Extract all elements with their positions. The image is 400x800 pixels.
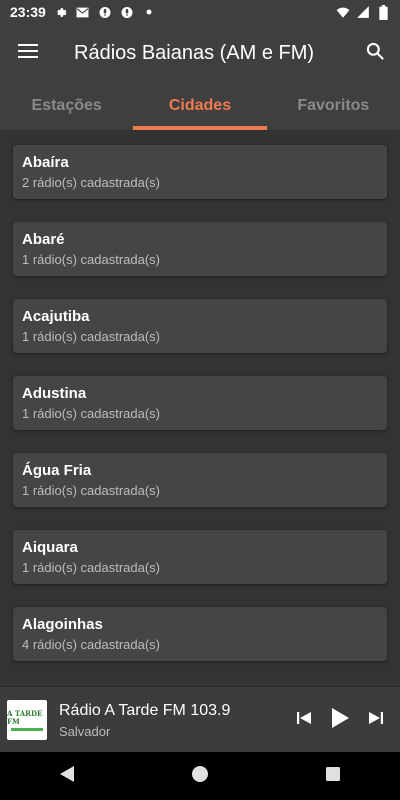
city-count: 1 rádio(s) cadastrada(s) [22,406,160,421]
recents-button[interactable] [303,752,363,800]
city-count: 1 rádio(s) cadastrada(s) [22,560,160,575]
app-bar: Rádios Baianas (AM e FM) [0,24,400,82]
gmail-icon [76,5,90,19]
city-count: 2 rádio(s) cadastrada(s) [22,175,160,190]
search-button[interactable] [350,24,400,82]
play-icon [330,707,350,734]
battery-icon [376,4,390,20]
page-title: Rádios Baianas (AM e FM) [74,41,315,64]
player-station-title: Rádio A Tarde FM 103.9 [59,701,231,719]
list-item[interactable]: Abaíra 2 rádio(s) cadastrada(s) [13,145,387,199]
player-info[interactable]: Rádio A Tarde FM 103.9 Salvador [59,702,290,739]
city-count: 1 rádio(s) cadastrada(s) [22,483,160,498]
tab-favoritos[interactable]: Favoritos [267,82,400,130]
tab-estacoes[interactable]: Estações [0,82,133,130]
tab-bar: Estações Cidades Favoritos [0,82,400,130]
city-name: Alagoinhas [22,616,103,633]
back-button[interactable] [37,752,97,800]
signal-icon [356,5,370,19]
list-item[interactable]: Alagoinhas 4 rádio(s) cadastrada(s) [13,607,387,661]
list-item[interactable]: Adustina 1 rádio(s) cadastrada(s) [13,376,387,430]
menu-icon [18,43,38,64]
back-triangle-icon [59,765,75,788]
recents-square-icon [325,766,341,787]
status-bar: 23:39 [0,0,400,24]
status-time: 23:39 [10,4,46,20]
gear-icon [54,5,68,19]
station-logo: A TARDE FM [7,700,47,740]
city-name: Aiquara [22,539,78,556]
dot-icon [142,5,156,19]
player-controls [290,702,390,738]
home-button[interactable] [170,752,230,800]
city-name: Acajutiba [22,308,90,325]
system-nav-bar [0,752,400,800]
menu-button[interactable] [0,24,56,82]
list-item[interactable]: Abaré 1 rádio(s) cadastrada(s) [13,222,387,276]
app-screen: 23:39 Rádios Baianas (AM e FM) Estações … [0,0,400,800]
mic-icon [120,5,134,19]
city-list[interactable]: Abaíra 2 rádio(s) cadastrada(s) Abaré 1 … [0,130,400,686]
city-name: Abaré [22,231,65,248]
list-item[interactable]: Aiquara 1 rádio(s) cadastrada(s) [13,530,387,584]
list-item[interactable]: Água Fria 1 rádio(s) cadastrada(s) [13,453,387,507]
play-button[interactable] [326,702,354,738]
home-circle-icon [191,765,209,788]
city-name: Adustina [22,385,87,402]
mini-player[interactable]: A TARDE FM Rádio A Tarde FM 103.9 Salvad… [0,686,400,753]
city-count: 4 rádio(s) cadastrada(s) [22,637,160,652]
skip-next-icon [368,710,384,731]
search-icon [365,41,385,66]
skip-previous-button[interactable] [290,702,318,738]
list-item[interactable]: Acajutiba 1 rádio(s) cadastrada(s) [13,299,387,353]
skip-previous-icon [296,710,312,731]
wifi-icon [336,5,350,19]
city-count: 1 rádio(s) cadastrada(s) [22,252,160,267]
tab-cidades[interactable]: Cidades [133,82,267,130]
station-logo-text: A TARDE FM [7,708,43,726]
player-station-city: Salvador [59,723,111,739]
city-name: Abaíra [22,154,69,171]
city-count: 1 rádio(s) cadastrada(s) [22,329,160,344]
logo-stripe [11,727,43,731]
skip-next-button[interactable] [362,702,390,738]
mic-icon [98,5,112,19]
city-name: Água Fria [22,462,92,479]
